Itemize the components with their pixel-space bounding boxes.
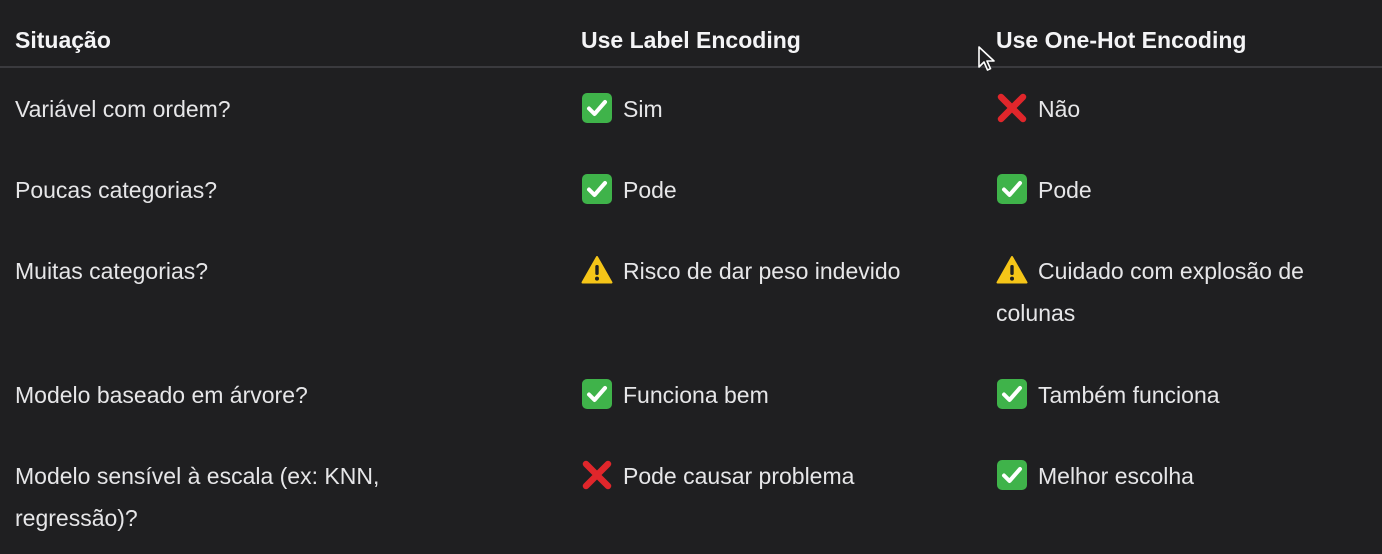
check-mark-icon bbox=[996, 173, 1028, 205]
label-encoding-text: Sim bbox=[623, 96, 663, 122]
warning-icon bbox=[996, 254, 1028, 286]
label-encoding-cell: Sim bbox=[581, 88, 981, 130]
check-mark-icon bbox=[996, 378, 1028, 410]
situation-cell: Muitas categorias? bbox=[15, 258, 209, 284]
cross-mark-icon bbox=[996, 92, 1028, 124]
one-hot-encoding-text: Cuidado com explosão de colunas bbox=[996, 258, 1304, 326]
one-hot-encoding-cell: Não bbox=[996, 88, 1366, 130]
situation-cell: Modelo baseado em árvore? bbox=[15, 382, 308, 408]
cross-mark-icon bbox=[581, 459, 613, 491]
label-encoding-text: Risco de dar peso indevido bbox=[623, 258, 901, 284]
situation-cell: Variável com ordem? bbox=[15, 96, 231, 122]
label-encoding-cell: Pode bbox=[581, 169, 981, 211]
header-one-hot-encoding: Use One-Hot Encoding bbox=[996, 27, 1247, 53]
check-mark-icon bbox=[581, 378, 613, 410]
label-encoding-cell: Risco de dar peso indevido bbox=[581, 250, 981, 292]
one-hot-encoding-cell: Melhor escolha bbox=[996, 455, 1366, 497]
check-mark-icon bbox=[581, 92, 613, 124]
one-hot-encoding-text: Também funciona bbox=[1038, 382, 1220, 408]
check-mark-icon bbox=[581, 173, 613, 205]
label-encoding-text: Pode causar problema bbox=[623, 463, 855, 489]
one-hot-encoding-cell: Pode bbox=[996, 169, 1366, 211]
label-encoding-text: Funciona bem bbox=[623, 382, 769, 408]
comparison-table: Situação Use Label Encoding Use One-Hot … bbox=[0, 0, 1382, 554]
header-label-encoding: Use Label Encoding bbox=[581, 27, 801, 53]
header-divider bbox=[0, 66, 1382, 68]
label-encoding-cell: Funciona bem bbox=[581, 374, 981, 416]
situation-cell: Modelo sensível à escala (ex: KNN, regre… bbox=[15, 463, 380, 531]
one-hot-encoding-text: Melhor escolha bbox=[1038, 463, 1194, 489]
situation-cell: Poucas categorias? bbox=[15, 177, 218, 203]
one-hot-encoding-cell: Cuidado com explosão de colunas bbox=[996, 250, 1366, 334]
label-encoding-cell: Pode causar problema bbox=[581, 455, 981, 497]
one-hot-encoding-text: Pode bbox=[1038, 177, 1092, 203]
check-mark-icon bbox=[996, 459, 1028, 491]
header-situation: Situação bbox=[15, 27, 111, 53]
warning-icon bbox=[581, 254, 613, 286]
one-hot-encoding-cell: Também funciona bbox=[996, 374, 1366, 416]
mouse-cursor-icon bbox=[978, 46, 996, 72]
one-hot-encoding-text: Não bbox=[1038, 96, 1081, 122]
label-encoding-text: Pode bbox=[623, 177, 677, 203]
